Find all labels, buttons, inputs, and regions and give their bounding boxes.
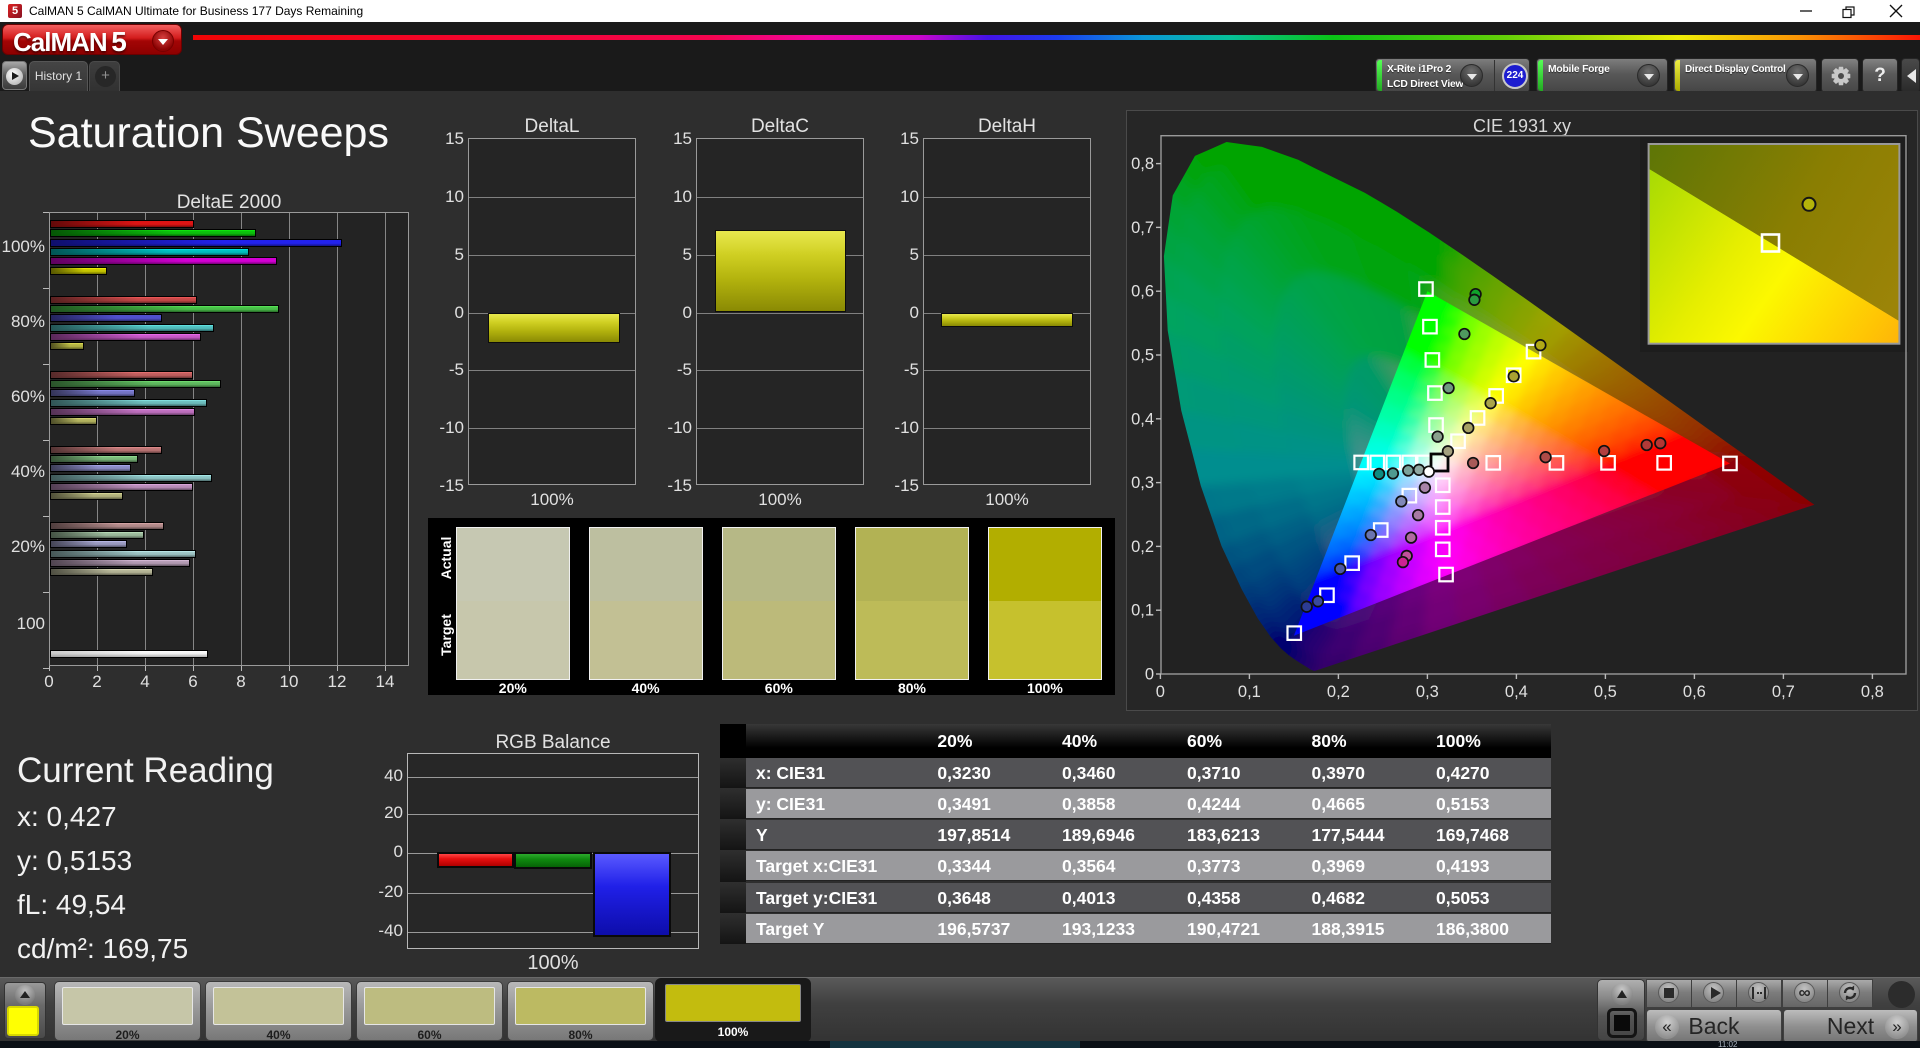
svg-text:0: 0 [1145,666,1154,684]
svg-text:0,4: 0,4 [1505,683,1528,701]
svg-text:0,2: 0,2 [1131,538,1154,556]
svg-text:0,4: 0,4 [1131,410,1154,428]
svg-text:0,5: 0,5 [1131,347,1154,365]
svg-text:0,7: 0,7 [1131,219,1154,237]
svg-text:0,6: 0,6 [1683,683,1706,701]
svg-text:0,3: 0,3 [1416,683,1439,701]
svg-text:0,2: 0,2 [1327,683,1350,701]
svg-text:0,5: 0,5 [1594,683,1617,701]
svg-text:0,8: 0,8 [1131,155,1154,173]
svg-text:0,7: 0,7 [1772,683,1795,701]
svg-text:0,8: 0,8 [1861,683,1884,701]
svg-text:0,3: 0,3 [1131,474,1154,492]
svg-text:0: 0 [1156,683,1165,701]
svg-text:0,1: 0,1 [1131,602,1154,620]
svg-text:0,6: 0,6 [1131,283,1154,301]
svg-text:0,1: 0,1 [1238,683,1261,701]
